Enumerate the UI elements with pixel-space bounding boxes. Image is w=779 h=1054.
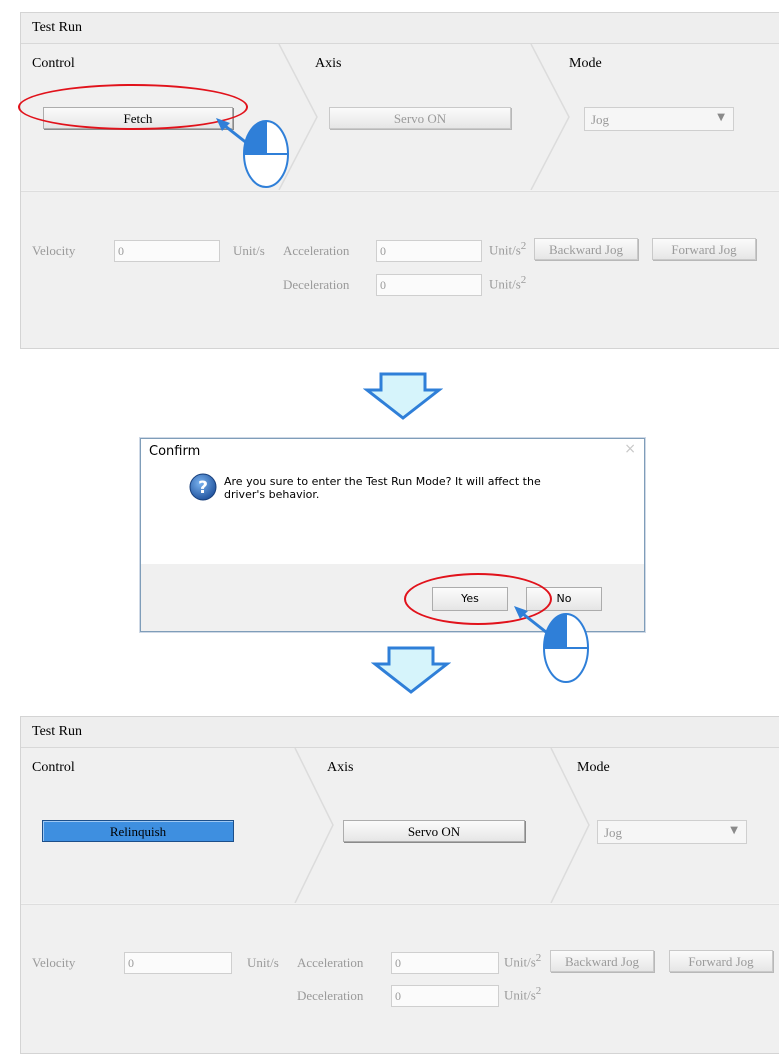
jog-parameters: Velocity 0 Unit/s Acceleration 0 Unit/s2… bbox=[21, 904, 779, 1053]
panel-title-bar: Test Run bbox=[21, 717, 779, 748]
step-control-label: Control bbox=[32, 760, 75, 775]
acceleration-unit: Unit/s2 bbox=[504, 952, 542, 970]
forward-jog-button[interactable]: Forward Jog bbox=[652, 238, 756, 260]
step-axis-label: Axis bbox=[327, 760, 354, 775]
mode-select[interactable]: Jog ▼ bbox=[597, 820, 747, 844]
deceleration-unit: Unit/s2 bbox=[504, 985, 542, 1003]
deceleration-unit: Unit/s2 bbox=[489, 274, 527, 292]
mode-select-value: Jog bbox=[591, 112, 610, 127]
acceleration-label: Acceleration bbox=[283, 243, 350, 258]
step-control-label: Control bbox=[32, 56, 75, 71]
dialog-message: Are you sure to enter the Test Run Mode?… bbox=[224, 475, 624, 501]
test-run-panel-after: Test Run Control Axis Mode Relinquish Se… bbox=[20, 716, 779, 1054]
relinquish-button[interactable]: Relinquish bbox=[42, 820, 234, 842]
backward-jog-button[interactable]: Backward Jog bbox=[550, 950, 654, 972]
deceleration-input[interactable]: 0 bbox=[391, 985, 499, 1007]
velocity-label: Velocity bbox=[32, 955, 76, 970]
servo-on-button[interactable]: Servo ON bbox=[343, 820, 525, 842]
steps-bar: Control Axis Mode Relinquish Servo ON Jo… bbox=[21, 748, 779, 903]
svg-text:?: ? bbox=[198, 478, 208, 498]
mode-select-value: Jog bbox=[604, 825, 623, 840]
mouse-click-icon bbox=[216, 118, 289, 188]
jog-parameters: Velocity 0 Unit/s Acceleration 0 Unit/s2… bbox=[21, 191, 779, 348]
mode-select[interactable]: Jog ▼ bbox=[584, 107, 734, 131]
servo-on-button[interactable]: Servo ON bbox=[329, 107, 511, 129]
step-axis-label: Axis bbox=[315, 56, 342, 71]
backward-jog-button[interactable]: Backward Jog bbox=[534, 238, 638, 260]
forward-jog-button[interactable]: Forward Jog bbox=[669, 950, 773, 972]
acceleration-input[interactable]: 0 bbox=[376, 240, 482, 262]
deceleration-label: Deceleration bbox=[283, 277, 350, 292]
acceleration-label: Acceleration bbox=[297, 955, 364, 970]
dialog-message-line-2: driver's behavior. bbox=[224, 488, 320, 501]
acceleration-input[interactable]: 0 bbox=[391, 952, 499, 974]
velocity-input[interactable]: 0 bbox=[114, 240, 220, 262]
flow-down-arrow-icon bbox=[363, 372, 443, 420]
velocity-unit: Unit/s bbox=[247, 955, 279, 970]
deceleration-label: Deceleration bbox=[297, 988, 364, 1003]
acceleration-unit: Unit/s2 bbox=[489, 240, 527, 258]
question-icon: ? bbox=[189, 473, 217, 501]
step-mode-label: Mode bbox=[569, 56, 602, 71]
step-mode-label: Mode bbox=[577, 760, 610, 775]
panel-title-bar: Test Run bbox=[21, 13, 779, 44]
test-run-panel-before: Test Run Control Axis Mode Fetch Servo O… bbox=[20, 12, 779, 349]
velocity-input[interactable]: 0 bbox=[124, 952, 232, 974]
panel-title: Test Run bbox=[32, 724, 82, 739]
dialog-message-line-1: Are you sure to enter the Test Run Mode?… bbox=[224, 475, 541, 488]
flow-down-arrow-icon bbox=[371, 646, 451, 694]
velocity-unit: Unit/s bbox=[233, 243, 265, 258]
mouse-click-icon bbox=[514, 606, 589, 683]
chevron-down-icon: ▼ bbox=[717, 112, 725, 123]
close-icon[interactable]: × bbox=[624, 441, 636, 457]
velocity-label: Velocity bbox=[32, 243, 76, 258]
chevron-down-icon: ▼ bbox=[730, 825, 738, 836]
dialog-title: Confirm bbox=[149, 444, 201, 459]
panel-title: Test Run bbox=[32, 20, 82, 35]
deceleration-input[interactable]: 0 bbox=[376, 274, 482, 296]
